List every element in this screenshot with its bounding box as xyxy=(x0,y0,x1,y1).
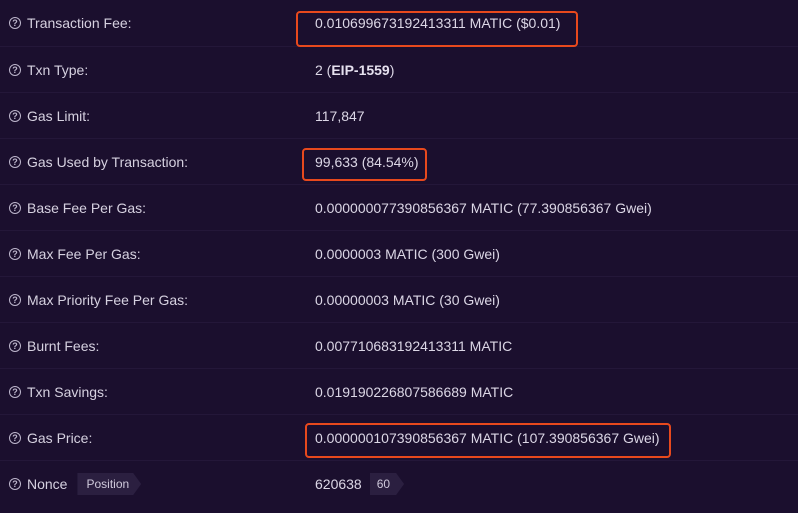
nonce-label: Nonce xyxy=(27,476,68,492)
value-container: 0.0000003 MATIC (300 Gwei) xyxy=(315,231,500,277)
gas-limit-label: Gas Limit: xyxy=(27,108,91,124)
label-container: ? Nonce Position xyxy=(9,461,141,507)
value-container: 0.007710683192413311 MATIC xyxy=(315,323,512,369)
highlight-box-gas-price xyxy=(305,423,671,458)
label-container: ? Max Fee Per Gas: xyxy=(9,231,141,277)
value-container: 117,847 xyxy=(315,93,365,139)
value-container: 2 (EIP-1559) xyxy=(315,47,394,93)
label-container: ? Base Fee Per Gas: xyxy=(9,185,146,231)
question-circle-icon[interactable]: ? xyxy=(9,386,21,398)
question-circle-icon[interactable]: ? xyxy=(9,248,21,260)
nonce-value: 620638 xyxy=(315,476,362,492)
max-priority-fee-label: Max Priority Fee Per Gas: xyxy=(27,292,189,308)
base-fee-value: 0.000000077390856367 MATIC (77.390856367… xyxy=(315,200,652,216)
question-circle-icon[interactable]: ? xyxy=(9,156,21,168)
position-tag: Position xyxy=(77,473,141,495)
txn-type-value-bold: EIP-1559 xyxy=(331,62,390,78)
question-circle-icon[interactable]: ? xyxy=(9,110,21,122)
gas-limit-value: 117,847 xyxy=(315,108,365,124)
base-fee-label: Base Fee Per Gas: xyxy=(27,200,147,216)
position-value-tag: 60 xyxy=(370,473,404,495)
row-base-fee: ? Base Fee Per Gas: 0.000000077390856367… xyxy=(0,184,798,230)
row-max-priority-fee: ? Max Priority Fee Per Gas: 0.00000003 M… xyxy=(0,276,798,322)
burnt-fees-label: Burnt Fees: xyxy=(27,338,100,354)
question-circle-icon[interactable]: ? xyxy=(9,17,21,29)
txn-savings-label: Txn Savings: xyxy=(27,384,108,400)
row-burnt-fees: ? Burnt Fees: 0.007710683192413311 MATIC xyxy=(0,322,798,368)
label-container: ? Transaction Fee: xyxy=(9,0,132,46)
gas-price-label: Gas Price: xyxy=(27,430,93,446)
row-gas-limit: ? Gas Limit: 117,847 xyxy=(0,92,798,138)
transaction-details-panel: ? Transaction Fee: 0.010699673192413311 … xyxy=(0,0,798,513)
max-fee-label: Max Fee Per Gas: xyxy=(27,246,141,262)
question-circle-icon[interactable]: ? xyxy=(9,294,21,306)
highlight-box-gas-used xyxy=(302,148,427,181)
txn-type-value-prefix: 2 ( xyxy=(315,62,332,78)
question-circle-icon[interactable]: ? xyxy=(9,202,21,214)
question-circle-icon[interactable]: ? xyxy=(9,340,21,352)
gas-used-label: Gas Used by Transaction: xyxy=(27,154,189,170)
label-container: ? Max Priority Fee Per Gas: xyxy=(9,277,188,323)
label-container: ? Gas Used by Transaction: xyxy=(9,139,188,185)
txn-savings-value: 0.019190226807586689 MATIC xyxy=(315,384,514,400)
value-container: 0.019190226807586689 MATIC xyxy=(315,369,513,415)
txn-type-label: Txn Type: xyxy=(27,62,89,78)
value-container: 0.000000077390856367 MATIC (77.390856367… xyxy=(315,185,652,231)
row-max-fee: ? Max Fee Per Gas: 0.0000003 MATIC (300 … xyxy=(0,230,798,276)
label-container: ? Burnt Fees: xyxy=(9,323,99,369)
value-container: 620638 60 xyxy=(315,461,404,507)
row-txn-savings: ? Txn Savings: 0.019190226807586689 MATI… xyxy=(0,368,798,414)
highlight-box-transaction-fee xyxy=(296,11,578,47)
max-priority-fee-value: 0.00000003 MATIC (30 Gwei) xyxy=(315,292,500,308)
transaction-fee-label: Transaction Fee: xyxy=(27,15,132,31)
row-nonce: ? Nonce Position 620638 60 xyxy=(0,460,798,506)
label-container: ? Txn Type: xyxy=(9,47,88,93)
burnt-fees-value: 0.007710683192413311 MATIC xyxy=(315,338,513,354)
txn-type-value-suffix: ) xyxy=(389,62,395,78)
label-container: ? Gas Limit: xyxy=(9,93,90,139)
question-circle-icon[interactable]: ? xyxy=(9,478,21,490)
value-container: 0.00000003 MATIC (30 Gwei) xyxy=(315,277,500,323)
label-container: ? Gas Price: xyxy=(9,415,92,461)
label-container: ? Txn Savings: xyxy=(9,369,108,415)
max-fee-value: 0.0000003 MATIC (300 Gwei) xyxy=(315,246,500,262)
question-circle-icon[interactable]: ? xyxy=(9,64,21,76)
question-circle-icon[interactable]: ? xyxy=(9,432,21,444)
row-txn-type: ? Txn Type: 2 (EIP-1559) xyxy=(0,46,798,92)
